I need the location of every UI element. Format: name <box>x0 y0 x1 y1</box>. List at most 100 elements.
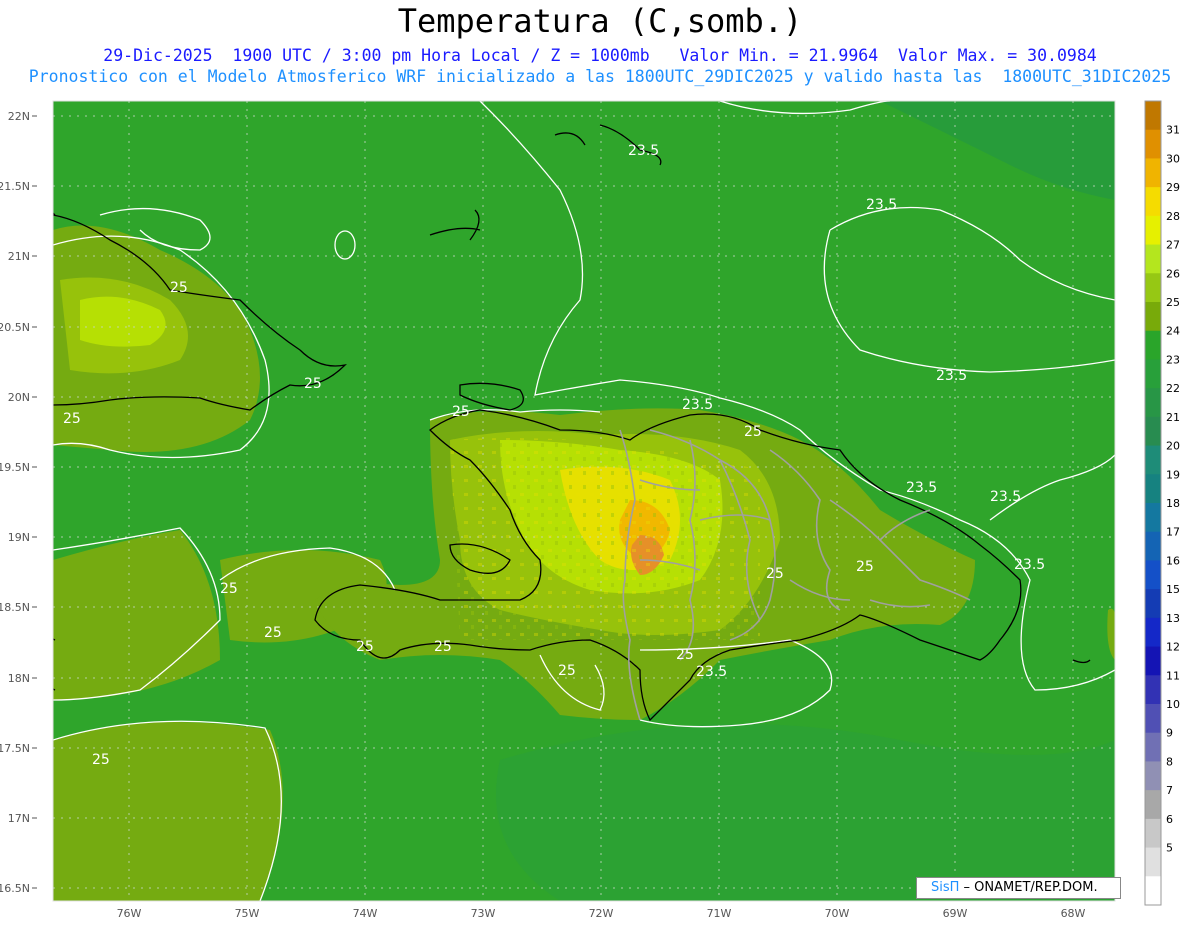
colorbar-swatch <box>1145 617 1161 648</box>
colorbar-swatch <box>1145 158 1161 188</box>
lon-tick-label: 76W <box>117 907 142 920</box>
lon-axis: 76W 75W 74W 73W 72W 71W 70W 69W 68W <box>117 907 1086 920</box>
contour-label: 23.5 <box>936 368 967 384</box>
lat-tick-label: 19N <box>8 531 30 544</box>
colorbar-label: 19 <box>1166 468 1180 481</box>
colorbar: 31 30 29 28 27 26 25 24 23 22 21 20 19 18 17 16 15 13 12 11… <box>1144 100 1180 906</box>
colorbar-label: 23 <box>1166 353 1180 366</box>
contour-label: 25 <box>63 411 81 427</box>
contour-label: 23.5 <box>696 664 727 680</box>
colorbar-swatch <box>1145 330 1161 360</box>
colorbar-label: 13 <box>1166 612 1180 625</box>
credit-box: SisΠ – ONAMET/REP.DOM. <box>916 877 1121 899</box>
contour-label: 23.5 <box>682 397 713 413</box>
colorbar-swatch <box>1145 675 1161 705</box>
contour-label: 25 <box>452 404 470 420</box>
colorbar-swatch <box>1145 302 1161 332</box>
lat-tick-label: 20N <box>8 391 30 404</box>
colorbar-swatch <box>1145 215 1161 246</box>
colorbar-label: 29 <box>1166 181 1180 194</box>
contour-label: 25 <box>676 647 694 663</box>
colorbar-swatch <box>1145 388 1161 418</box>
contour-label: 25 <box>92 752 110 768</box>
colorbar-label: 24 <box>1166 325 1180 338</box>
lat-axis: 22N 21.5N 21N 20.5N 20N 19.5N 19N 18.5N … <box>0 110 30 895</box>
colorbar-swatch <box>1145 101 1161 131</box>
lon-tick-label: 72W <box>589 907 614 920</box>
brand-logo: SisΠ <box>931 880 960 895</box>
contour-label: 25 <box>304 376 322 392</box>
colorbar-swatch <box>1145 589 1161 619</box>
contour-label: 25 <box>356 639 374 655</box>
lat-tick-label: 20.5N <box>0 321 30 334</box>
colorbar-swatch <box>1145 704 1161 734</box>
colorbar-label: 16 <box>1166 554 1180 567</box>
lon-tick-label: 75W <box>235 907 260 920</box>
colorbar-label: 7 <box>1166 784 1173 797</box>
colorbar-swatch <box>1145 129 1161 159</box>
contour-label: 23.5 <box>990 489 1021 505</box>
colorbar-label: 30 <box>1166 152 1180 165</box>
contour-label: 23.5 <box>628 143 659 159</box>
colorbar-label: 17 <box>1166 526 1180 539</box>
colorbar-swatch <box>1145 503 1161 533</box>
colorbar-label: 12 <box>1166 641 1180 654</box>
colorbar-swatch <box>1145 445 1161 475</box>
colorbar-swatch <box>1145 876 1161 906</box>
warm-zone-s <box>53 722 283 901</box>
colorbar-swatch <box>1145 416 1161 447</box>
contour-label: 25 <box>744 424 762 440</box>
lon-tick-label: 68W <box>1061 907 1086 920</box>
contour-label: 23.5 <box>906 480 937 496</box>
colorbar-swatch <box>1145 187 1161 217</box>
lon-tick-label: 71W <box>707 907 732 920</box>
colorbar-swatch <box>1145 531 1161 561</box>
colorbar-swatch <box>1145 560 1161 590</box>
credit-text: – ONAMET/REP.DOM. <box>959 880 1098 895</box>
contour-label: 23.5 <box>1014 557 1045 573</box>
colorbar-label: 9 <box>1166 727 1173 740</box>
lon-tick-label: 74W <box>353 907 378 920</box>
colorbar-label: 5 <box>1166 842 1173 855</box>
lat-tick-label: 22N <box>8 110 30 123</box>
lat-tick-label: 18.5N <box>0 601 30 614</box>
colorbar-swatch <box>1145 646 1161 676</box>
colorbar-swatch <box>1145 732 1161 762</box>
colorbar-swatch <box>1145 761 1161 791</box>
contour-label: 25 <box>220 581 238 597</box>
colorbar-label: 20 <box>1166 440 1180 453</box>
lon-tick-label: 69W <box>943 907 968 920</box>
contour-label: 25 <box>170 280 188 296</box>
colorbar-label: 6 <box>1166 813 1173 826</box>
lat-ticks <box>32 115 37 889</box>
colorbar-swatch <box>1145 790 1161 820</box>
lat-tick-label: 17N <box>8 812 30 825</box>
contour-label: 25 <box>766 566 784 582</box>
contour-label: 25 <box>558 663 576 679</box>
lat-tick-label: 19.5N <box>0 461 30 474</box>
texture <box>450 438 760 640</box>
colorbar-label: 8 <box>1166 755 1173 768</box>
colorbar-label: 22 <box>1166 382 1180 395</box>
plot-area: 23.5 23.5 23.5 23.5 23.5 23.5 23.5 23.5 … <box>53 101 1115 901</box>
contour-label: 23.5 <box>866 197 897 213</box>
colorbar-swatch <box>1145 359 1161 389</box>
contour-label: 25 <box>856 559 874 575</box>
colorbar-label: 31 <box>1166 124 1180 137</box>
colorbar-label: 11 <box>1166 669 1180 682</box>
lat-tick-label: 21.5N <box>0 180 30 193</box>
colorbar-swatch <box>1145 474 1161 504</box>
lon-tick-label: 73W <box>471 907 496 920</box>
temperature-map: 23.5 23.5 23.5 23.5 23.5 23.5 23.5 23.5 … <box>0 100 1180 920</box>
colorbar-label: 26 <box>1166 267 1180 280</box>
colorbar-swatch <box>1145 273 1161 303</box>
colorbar-swatch <box>1145 847 1161 877</box>
colorbar-swatch <box>1145 244 1161 274</box>
colorbar-label: 25 <box>1166 296 1180 309</box>
contour-label: 25 <box>264 625 282 641</box>
colorbar-swatch <box>1145 818 1161 849</box>
lat-tick-label: 18N <box>8 672 30 685</box>
colorbar-label: 18 <box>1166 497 1180 510</box>
colorbar-label: 21 <box>1166 411 1180 424</box>
lon-tick-label: 70W <box>825 907 850 920</box>
